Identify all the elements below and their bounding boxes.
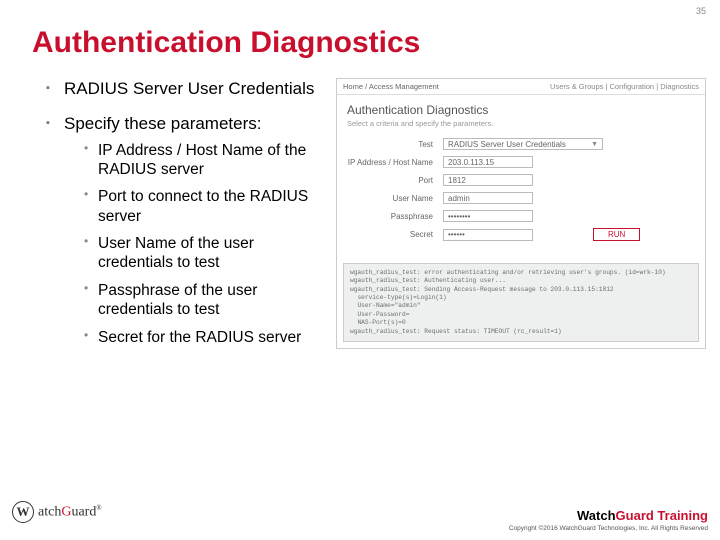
bullet-item: Specify these parameters: IP Address / H… — [46, 113, 326, 347]
bullet-column: RADIUS Server User Credentials Specify t… — [46, 78, 336, 361]
secret-input[interactable]: •••••• — [443, 229, 533, 241]
dropdown-value: RADIUS Server User Credentials — [448, 140, 566, 149]
sub-bullet: Passphrase of the user credentials to te… — [84, 281, 326, 320]
app-panel: Home / Access Management Users & Groups … — [336, 78, 706, 349]
panel-subheading: Select a criteria and specify the parame… — [347, 119, 695, 128]
topbar-links: Users & Groups | Configuration | Diagnos… — [550, 82, 699, 91]
label-ip: IP Address / Host Name — [347, 158, 443, 167]
row-port: Port 1812 — [347, 174, 695, 186]
logo-w-icon: W — [17, 504, 30, 520]
row-secret: Secret •••••• RUN — [347, 228, 695, 241]
label-port: Port — [347, 176, 443, 185]
label-pass: Passphrase — [347, 212, 443, 221]
row-pass: Passphrase •••••••• — [347, 210, 695, 222]
label-user: User Name — [347, 194, 443, 203]
sub-bullet: Port to connect to the RADIUS server — [84, 187, 326, 226]
training-label: WatchGuard Training — [577, 508, 708, 523]
watchguard-logo: W atchGuard® — [12, 501, 102, 523]
username-input[interactable]: admin — [443, 192, 533, 204]
row-ip: IP Address / Host Name 203.0.113.15 — [347, 156, 695, 168]
panel-body: Authentication Diagnostics Select a crit… — [337, 95, 705, 257]
content-area: RADIUS Server User Credentials Specify t… — [0, 60, 720, 361]
label-secret: Secret — [347, 230, 443, 239]
row-user: User Name admin — [347, 192, 695, 204]
screenshot-column: Home / Access Management Users & Groups … — [336, 78, 710, 361]
port-input[interactable]: 1812 — [443, 174, 533, 186]
page-number: 35 — [696, 6, 706, 16]
row-test: Test RADIUS Server User Credentials ▼ — [347, 138, 695, 150]
sub-bullet: User Name of the user credentials to tes… — [84, 234, 326, 273]
panel-heading: Authentication Diagnostics — [347, 103, 695, 117]
sub-bullet: Secret for the RADIUS server — [84, 328, 326, 347]
bullet-text: Specify these parameters: — [64, 114, 261, 133]
logo-text: atchGuard® — [38, 504, 102, 521]
bullet-item: RADIUS Server User Credentials — [46, 78, 326, 99]
run-button[interactable]: RUN — [593, 228, 640, 241]
logo-circle-icon: W — [12, 501, 34, 523]
ip-input[interactable]: 203.0.113.15 — [443, 156, 533, 168]
sub-bullet: IP Address / Host Name of the RADIUS ser… — [84, 141, 326, 180]
label-test: Test — [347, 140, 443, 149]
copyright: Copyright ©2016 WatchGuard Technologies,… — [12, 525, 708, 532]
page-title: Authentication Diagnostics — [0, 0, 720, 60]
passphrase-input[interactable]: •••••••• — [443, 210, 533, 222]
breadcrumb: Home / Access Management — [343, 82, 439, 91]
chevron-down-icon: ▼ — [591, 141, 598, 148]
footer: W atchGuard® WatchGuard Training Copyrig… — [0, 501, 720, 532]
test-dropdown[interactable]: RADIUS Server User Credentials ▼ — [443, 138, 603, 150]
log-output: wgauth_radius_test: error authenticating… — [343, 263, 699, 342]
panel-topbar: Home / Access Management Users & Groups … — [337, 79, 705, 95]
